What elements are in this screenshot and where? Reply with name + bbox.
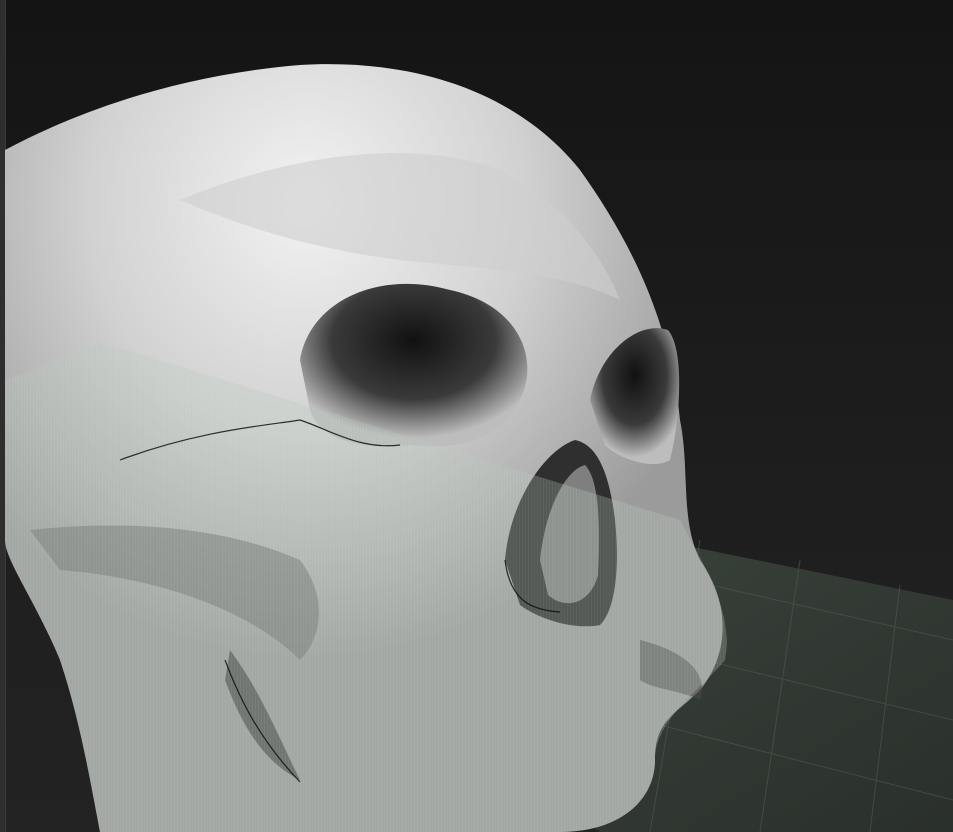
viewport-canvas[interactable] [0,0,953,832]
3d-viewport[interactable] [0,0,953,832]
